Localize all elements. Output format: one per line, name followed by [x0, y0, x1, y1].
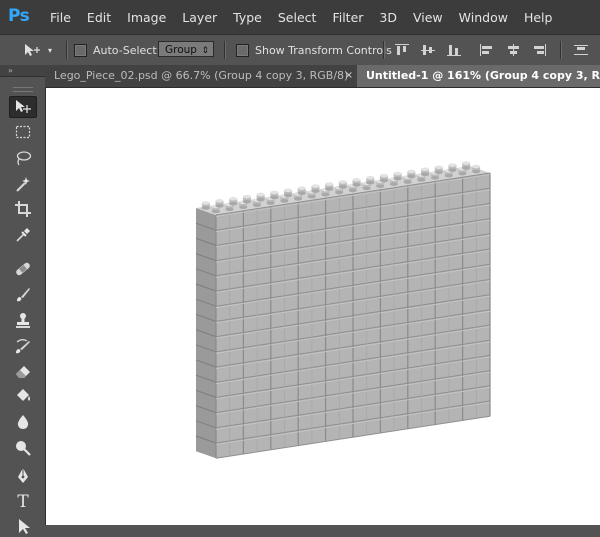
magic-wand-icon	[16, 177, 30, 192]
stamp-icon	[16, 313, 30, 328]
bandage-icon	[16, 262, 30, 276]
crop-icon	[15, 201, 31, 217]
close-icon[interactable]: ×	[345, 65, 353, 87]
tool-preset-picker[interactable]: ▾	[22, 35, 52, 65]
healing-brush-tool[interactable]	[9, 258, 37, 280]
menu-layer[interactable]: Layer	[182, 10, 217, 25]
path-select-icon	[19, 519, 30, 534]
magic-wand-tool[interactable]	[9, 173, 37, 195]
menu-window[interactable]: Window	[459, 10, 508, 25]
auto-select-dropdown[interactable]: Group ⇕	[158, 41, 214, 57]
menu-3d[interactable]: 3D	[379, 10, 397, 25]
menu-image[interactable]: Image	[127, 10, 166, 25]
tab-lego-piece[interactable]: Lego_Piece_02.psd @ 66.7% (Group 4 copy …	[45, 65, 357, 87]
divider	[560, 41, 562, 59]
drop-icon	[17, 415, 29, 429]
menu-filter[interactable]: Filter	[332, 10, 363, 25]
brush-tool[interactable]	[9, 284, 37, 306]
align-bottom-edges-icon[interactable]	[447, 44, 461, 56]
menu-help[interactable]: Help	[524, 10, 553, 25]
pen-tool[interactable]	[9, 465, 37, 487]
bucket-icon	[17, 389, 30, 401]
menu-view[interactable]: View	[413, 10, 443, 25]
dropdown-arrows-icon: ⇕	[201, 46, 209, 56]
lego-wall-artwork	[195, 161, 491, 459]
toolbox: » T	[0, 65, 46, 534]
divider	[383, 41, 385, 59]
lasso-tool[interactable]	[9, 147, 37, 169]
chevron-down-icon: ▾	[48, 45, 53, 55]
path-select-tool[interactable]	[9, 515, 37, 537]
rect-marquee-icon	[15, 125, 31, 139]
align-horizontal-centers-icon[interactable]	[506, 44, 520, 56]
document-canvas[interactable]	[46, 88, 600, 525]
menu-edit[interactable]: Edit	[87, 10, 111, 25]
auto-select-label: Auto-Select:	[93, 43, 161, 57]
toolbox-grip[interactable]	[13, 87, 33, 92]
align-vertical-centers-icon[interactable]	[421, 44, 435, 56]
align-right-edges-icon[interactable]	[532, 44, 546, 56]
lasso-icon	[16, 151, 32, 166]
crop-tool[interactable]	[9, 198, 37, 220]
show-transform-option: Show Transform Controls	[236, 35, 392, 65]
menu-file[interactable]: File	[50, 10, 71, 25]
menu-select[interactable]: Select	[278, 10, 317, 25]
distribute-top-edges-icon[interactable]	[574, 44, 588, 56]
menu-bar: Ps File Edit Image Layer Type Select Fil…	[0, 0, 600, 34]
eyedropper-tool[interactable]	[9, 224, 37, 246]
options-bar: ▾ Auto-Select: Group ⇕ Show Transform Co…	[0, 34, 600, 66]
show-transform-checkbox[interactable]	[236, 43, 249, 57]
eraser-icon	[16, 366, 30, 378]
marquee-tool[interactable]	[9, 121, 37, 143]
auto-select-value: Group	[165, 44, 197, 56]
auto-select-checkbox[interactable]	[74, 43, 87, 57]
eraser-tool[interactable]	[9, 360, 37, 382]
brush-icon	[17, 288, 30, 302]
align-left-edges-icon[interactable]	[480, 44, 494, 56]
move-icon	[16, 100, 31, 113]
blur-tool[interactable]	[9, 411, 37, 433]
paint-bucket-tool[interactable]	[9, 385, 37, 407]
history-brush-icon	[16, 339, 30, 354]
photoshop-logo[interactable]: Ps	[8, 6, 30, 26]
tab-label: Untitled-1 @ 161% (Group 4 copy 3, RGB/8…	[366, 69, 600, 82]
divider	[224, 41, 226, 59]
dodge-tool[interactable]	[9, 437, 37, 459]
document-tabs: Lego_Piece_02.psd @ 66.7% (Group 4 copy …	[45, 65, 600, 88]
type-icon: T	[17, 492, 29, 512]
dodge-icon	[16, 441, 31, 456]
eyedropper-icon	[16, 228, 30, 242]
move-tool[interactable]	[9, 96, 37, 118]
align-top-edges-icon[interactable]	[395, 44, 409, 56]
main-menu: File Edit Image Layer Type Select Filter…	[50, 0, 568, 34]
tab-label: Lego_Piece_02.psd @ 66.7% (Group 4 copy …	[54, 69, 349, 82]
toolbox-collapse[interactable]: »	[0, 65, 45, 77]
move-icon	[25, 44, 40, 56]
tab-untitled-1[interactable]: Untitled-1 @ 161% (Group 4 copy 3, RGB/8…	[357, 65, 600, 87]
show-transform-label: Show Transform Controls	[255, 43, 392, 57]
auto-select-option: Auto-Select:	[74, 35, 160, 65]
divider	[66, 41, 68, 59]
clone-stamp-tool[interactable]	[9, 310, 37, 332]
pen-icon	[18, 468, 28, 483]
menu-type[interactable]: Type	[233, 10, 262, 25]
history-brush-tool[interactable]	[9, 335, 37, 357]
type-tool[interactable]: T	[9, 491, 37, 513]
